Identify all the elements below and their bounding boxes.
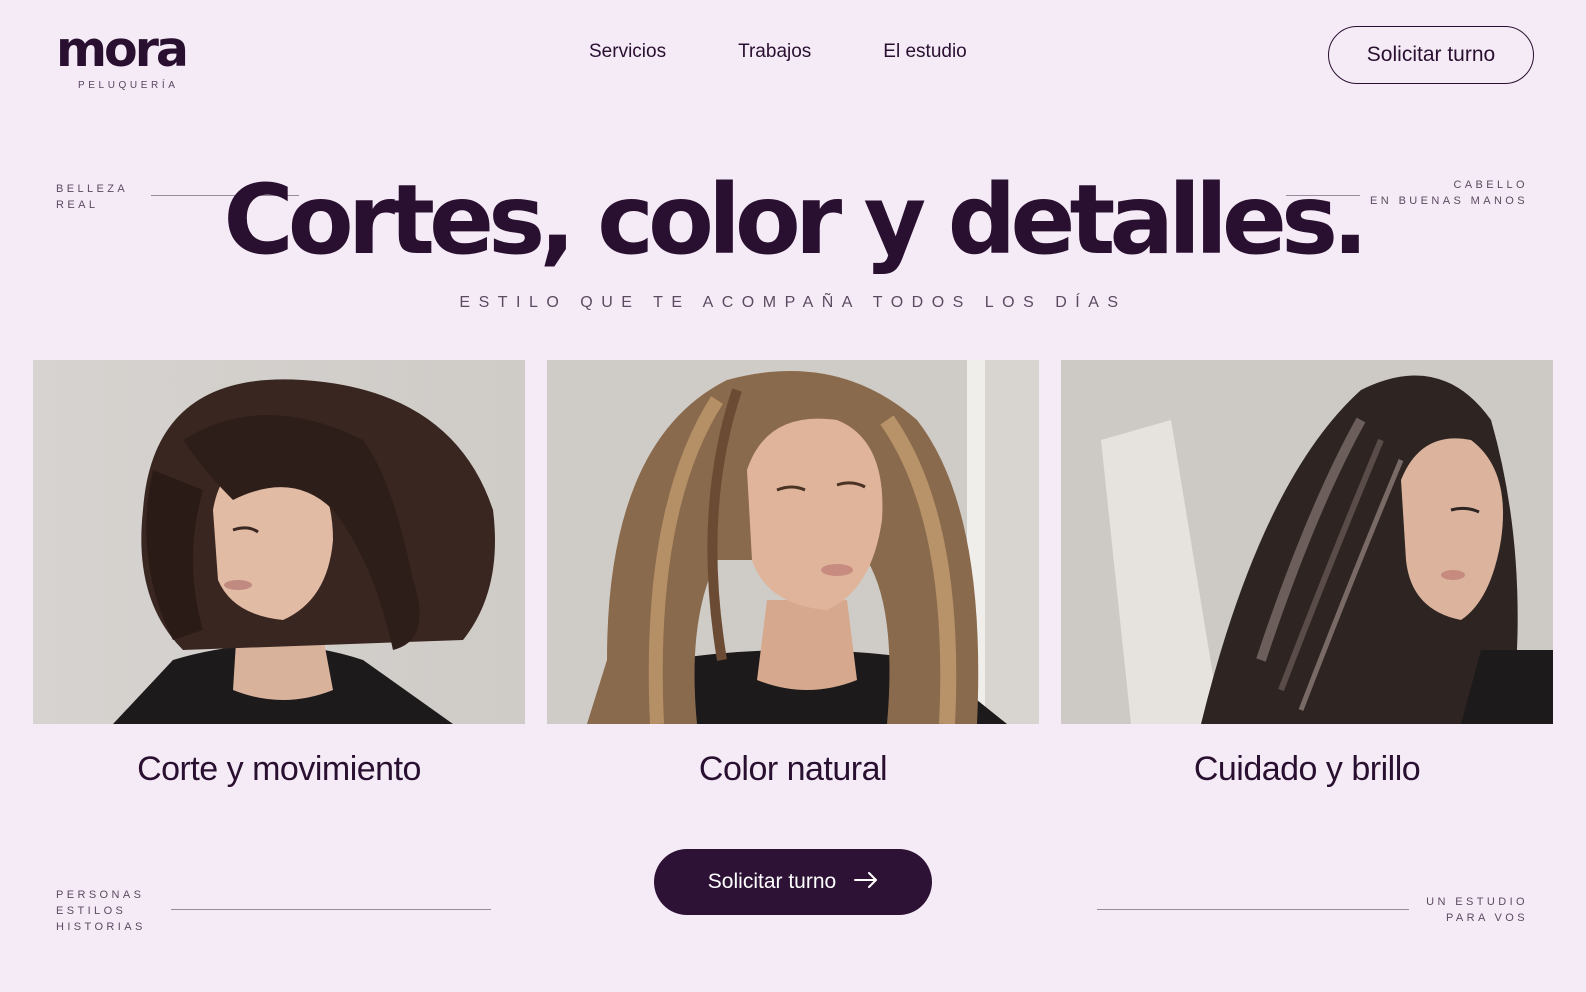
service-card-color[interactable]: Color natural [547,360,1039,789]
hero-subtitle: ESTILO QUE TE ACOMPAÑA TODOS LOS DÍAS [459,294,1127,311]
nav-item-el-estudio[interactable]: El estudio [883,41,966,63]
logo-tagline: PELUQUERÍA [78,80,179,91]
arrow-right-icon [854,870,878,894]
card-caption: Corte y movimiento [137,750,421,788]
note-personas: PERSONAS ESTILOS HISTORIAS [56,889,146,933]
nav-item-trabajos[interactable]: Trabajos [738,41,811,63]
main-nav: Servicios Trabajos El estudio [589,41,1039,63]
woman-sleek-straight-hair-photo [1061,360,1553,724]
service-card-corte[interactable]: Corte y movimiento [33,360,525,789]
card-caption: Cuidado y brillo [1193,750,1421,788]
cta-label: Solicitar turno [707,870,837,893]
service-card-cuidado[interactable]: Cuidado y brillo [1061,360,1553,789]
note-un-estudio: UN ESTUDIO PARA VOS [1426,896,1528,924]
divider-bottom-left [171,909,491,910]
logo-wordmark: mora [56,21,189,78]
header-request-appointment-button[interactable]: Solicitar turno [1328,26,1534,84]
card-caption: Color natural [698,750,888,788]
nav-item-servicios[interactable]: Servicios [589,41,666,63]
woman-short-bob-photo [33,360,525,724]
hero-title: Cortes, color y detalles. [223,164,1368,276]
request-appointment-button[interactable]: Solicitar turno [654,849,932,915]
divider-bottom-right [1097,909,1409,910]
brand-logo[interactable]: mora PELUQUERÍA [56,21,206,91]
woman-balayage-waves-photo [547,360,1039,724]
